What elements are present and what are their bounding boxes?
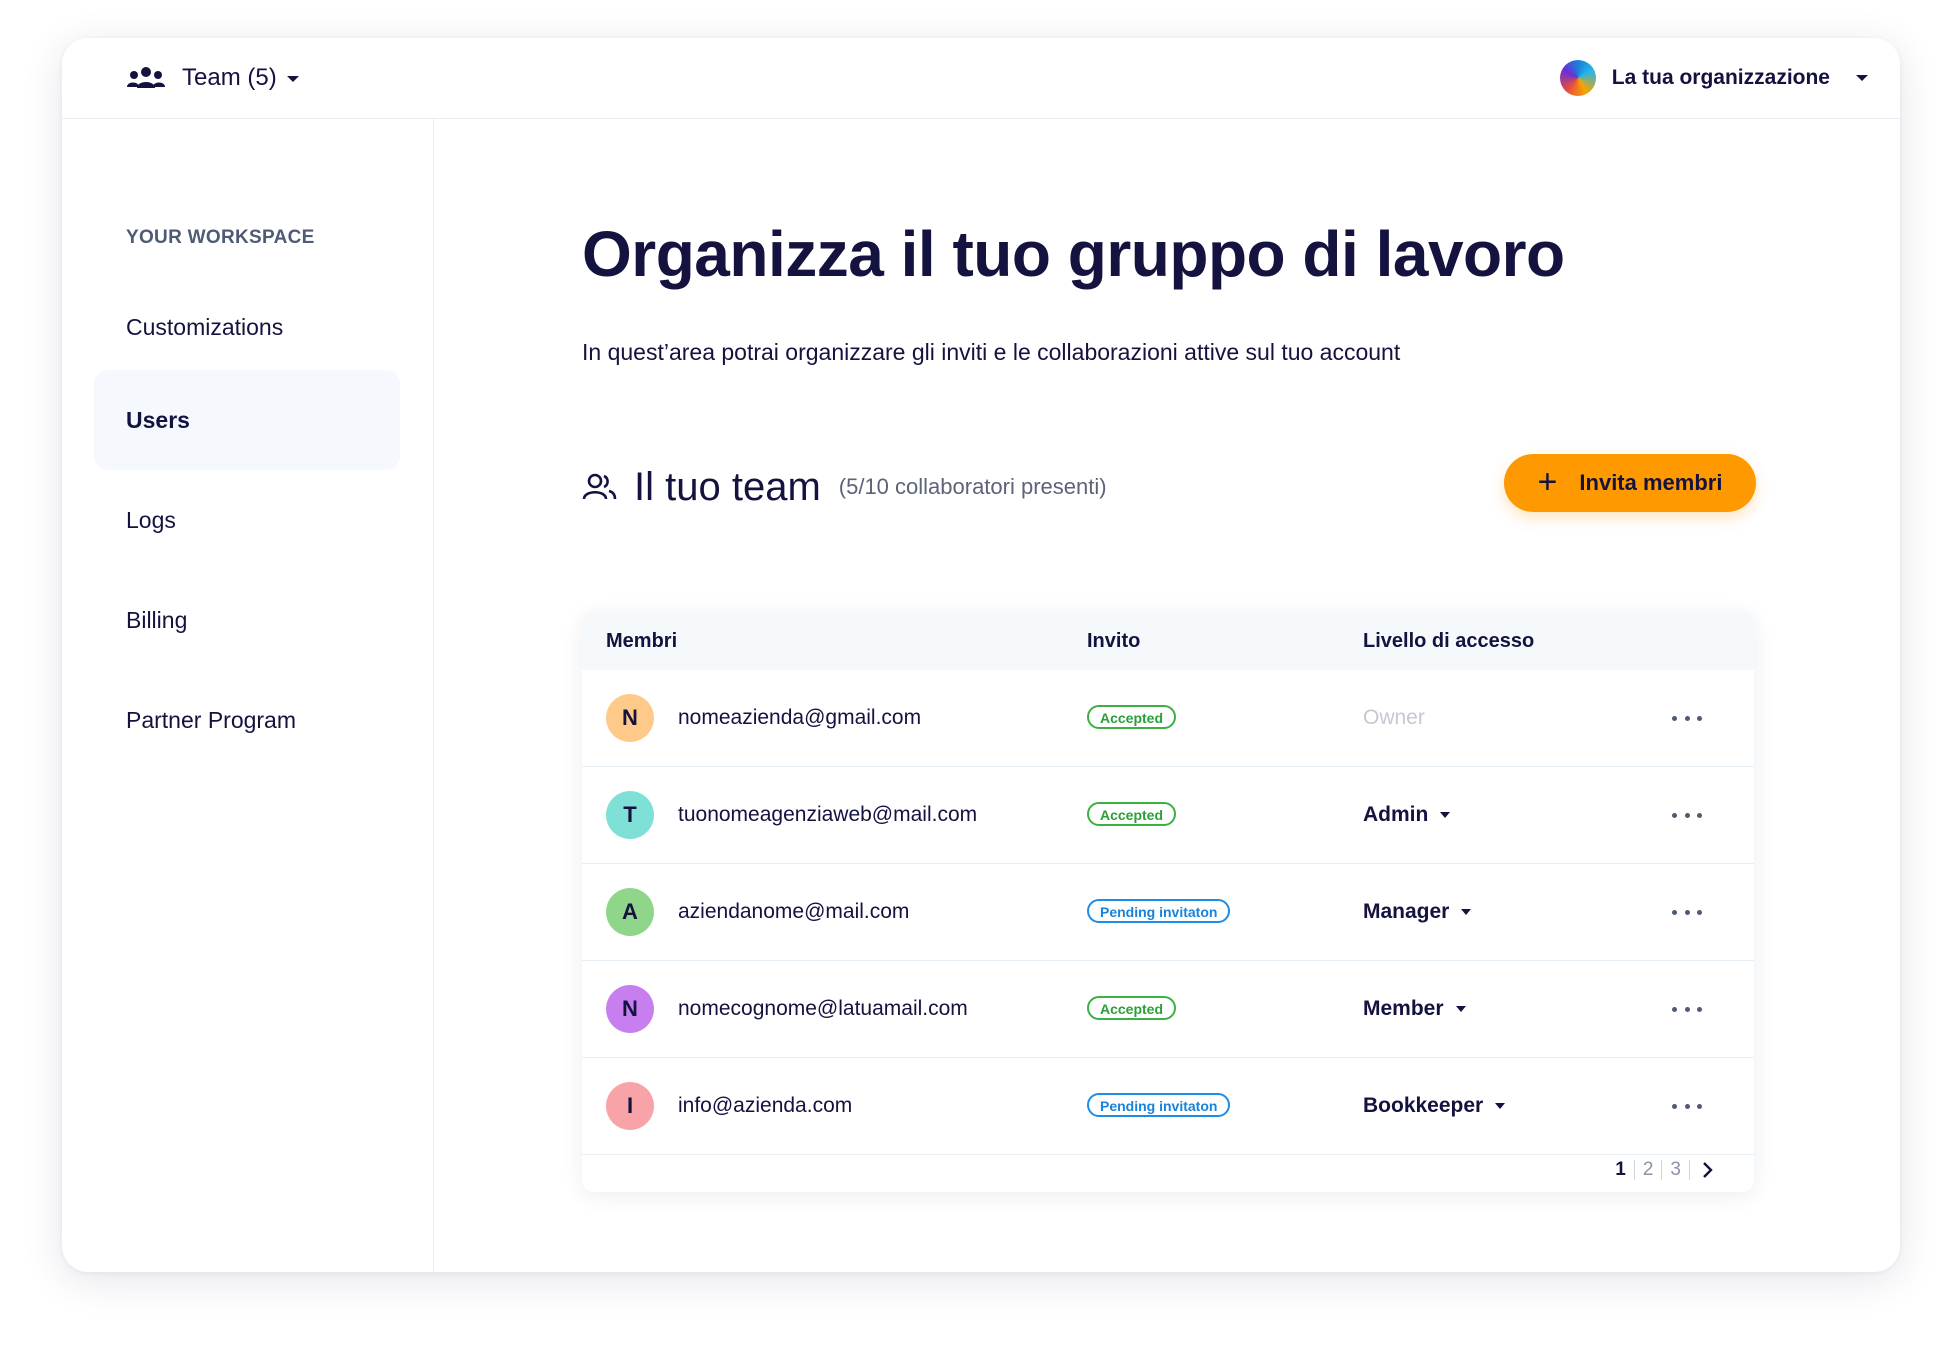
organization-logo	[1559, 60, 1596, 96]
sidebar: YOUR WORKSPACE Customizations Users Logs…	[62, 119, 434, 1272]
caret-down-icon	[1461, 909, 1472, 915]
column-header-members: Membri	[606, 630, 678, 652]
table-row: N nomecognome@latuamail.com Accepted Mem…	[582, 961, 1754, 1058]
users-icon	[582, 472, 618, 502]
access-level: Owner	[1363, 670, 1425, 766]
page-title: Organizza il tuo gruppo di lavoro	[582, 218, 1565, 290]
access-level-label: Manager	[1363, 900, 1450, 923]
avatar: N	[606, 694, 654, 742]
access-level-dropdown[interactable]: Bookkeeper	[1363, 1058, 1506, 1154]
page-2-link[interactable]: 2	[1635, 1159, 1662, 1181]
status-badge: Pending invitaton	[1087, 899, 1231, 923]
table-row: I info@azienda.com Pending invitaton Boo…	[582, 1058, 1754, 1155]
access-level-label: Owner	[1363, 706, 1425, 729]
member-email: nomeazienda@gmail.com	[678, 706, 922, 729]
more-options-icon[interactable]	[1672, 706, 1702, 730]
access-level-label: Admin	[1363, 803, 1429, 826]
chevron-right-icon[interactable]	[1698, 1160, 1718, 1180]
team-member-count: (5/10 collaboratori presenti)	[838, 474, 1107, 499]
sidebar-item-label: Partner Program	[126, 706, 297, 733]
status-badge: Accepted	[1087, 996, 1177, 1020]
avatar: A	[606, 888, 654, 936]
access-level-label: Bookkeeper	[1363, 1094, 1484, 1117]
column-header-invite: Invito	[1087, 630, 1141, 652]
sidebar-heading: YOUR WORKSPACE	[126, 227, 315, 248]
access-level-dropdown[interactable]: Manager	[1363, 864, 1472, 960]
status-badge: Accepted	[1087, 705, 1177, 729]
sidebar-item-users[interactable]: Users	[94, 370, 400, 470]
team-section-header: Il tuo team (5/10 collaboratori presenti…	[582, 459, 1107, 515]
member-email: aziendanome@mail.com	[678, 900, 910, 923]
plus-icon: +	[1537, 462, 1558, 501]
avatar: T	[606, 791, 654, 839]
organization-name: La tua organizzazione	[1611, 66, 1830, 89]
sidebar-item-label: Billing	[126, 606, 188, 633]
column-header-access: Livello di accesso	[1363, 630, 1535, 652]
table-header: Membri Invito Livello di accesso	[582, 612, 1754, 670]
sidebar-item-label: Customizations	[126, 313, 284, 340]
more-options-icon[interactable]	[1672, 997, 1702, 1021]
access-level-label: Member	[1363, 997, 1444, 1020]
member-email: info@azienda.com	[678, 1094, 853, 1117]
team-switcher-label: Team (5)	[182, 64, 277, 91]
access-level-dropdown[interactable]: Admin	[1363, 767, 1451, 863]
member-email: nomecognome@latuamail.com	[678, 997, 968, 1020]
chevron-down-icon	[286, 76, 299, 82]
sidebar-item-billing[interactable]: Billing	[94, 570, 400, 670]
invite-members-button[interactable]: + Invita membri	[1504, 454, 1756, 512]
table-row: A aziendanome@mail.com Pending invitaton…	[582, 864, 1754, 961]
organization-switcher[interactable]: La tua organizzazione	[1559, 60, 1868, 96]
sidebar-item-label: Users	[126, 406, 190, 433]
member-email: tuonomeagenziaweb@mail.com	[678, 803, 978, 826]
caret-down-icon	[1495, 1103, 1506, 1109]
page-3-link[interactable]: 3	[1662, 1159, 1689, 1181]
access-level-dropdown[interactable]: Member	[1363, 961, 1466, 1057]
status-badge: Pending invitaton	[1087, 1093, 1231, 1117]
team-icon	[126, 66, 166, 90]
more-options-icon[interactable]	[1672, 1094, 1702, 1118]
caret-down-icon	[1455, 1006, 1466, 1012]
more-options-icon[interactable]	[1672, 803, 1702, 827]
page-1-link[interactable]: 1	[1607, 1159, 1634, 1181]
chevron-down-icon	[1856, 75, 1868, 81]
status-badge: Accepted	[1087, 802, 1177, 826]
team-switcher[interactable]: Team (5)	[126, 59, 299, 97]
avatar: N	[606, 985, 654, 1033]
pagination: 1 2 3	[1607, 1158, 1718, 1182]
table-row: T tuonomeagenziaweb@mail.com Accepted Ad…	[582, 767, 1754, 864]
more-options-icon[interactable]	[1672, 900, 1702, 924]
app-window: Team (5) La tua organizzazione YOUR WORK…	[62, 38, 1900, 1272]
team-section-title: Il tuo team	[634, 464, 821, 509]
caret-down-icon	[1440, 812, 1451, 818]
sidebar-item-label: Logs	[126, 506, 176, 533]
table-row: N nomeazienda@gmail.com Accepted Owner	[582, 670, 1754, 767]
main-content: Organizza il tuo gruppo di lavoro In que…	[434, 119, 1900, 1272]
page-subtitle: In quest’area potrai organizzare gli inv…	[582, 339, 1401, 365]
members-table: Membri Invito Livello di accesso N nomea…	[582, 612, 1754, 1192]
sidebar-item-customizations[interactable]: Customizations	[94, 277, 400, 377]
divider	[1689, 1160, 1690, 1180]
invite-members-label: Invita membri	[1579, 470, 1723, 495]
sidebar-item-partner-program[interactable]: Partner Program	[94, 670, 400, 770]
top-bar: Team (5) La tua organizzazione	[62, 38, 1900, 119]
sidebar-item-logs[interactable]: Logs	[94, 470, 400, 570]
avatar: I	[606, 1082, 654, 1130]
